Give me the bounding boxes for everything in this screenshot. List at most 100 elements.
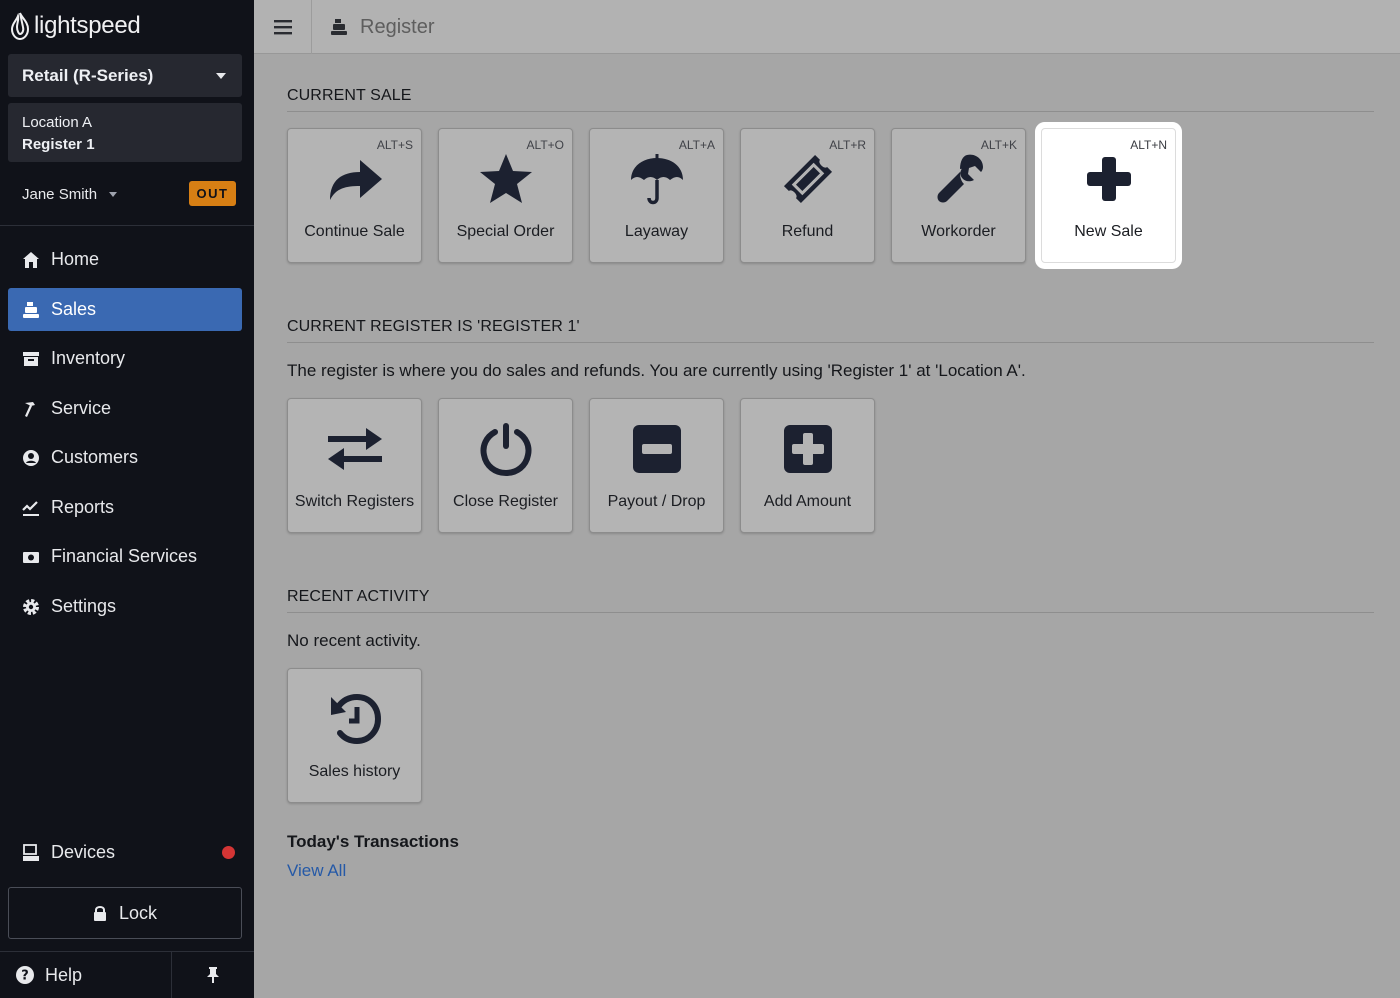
sidebar-divider: [0, 225, 254, 226]
sidebar-item-sales[interactable]: Sales: [8, 288, 242, 331]
location-register-box[interactable]: Location A Register 1: [8, 103, 242, 162]
help-label: Help: [45, 964, 83, 985]
refund-tile[interactable]: ALT+R Refund: [740, 128, 875, 263]
umbrella-icon: [590, 149, 723, 209]
devices-icon: [21, 843, 41, 863]
ticket-icon: [741, 149, 874, 209]
layaway-tile[interactable]: ALT+A Layaway: [589, 128, 724, 263]
tile-label: Special Order: [456, 223, 555, 240]
share-arrow-icon: [288, 149, 421, 209]
section-divider: [287, 612, 1374, 613]
recent-activity-heading: RECENT ACTIVITY: [287, 588, 430, 605]
sidebar-item-home[interactable]: Home: [8, 238, 242, 281]
sidebar-item-financial-services[interactable]: Financial Services: [8, 535, 242, 578]
location-name: Location A: [22, 114, 93, 131]
clock-status-badge[interactable]: OUT: [189, 181, 236, 206]
top-bar: Register: [254, 0, 1400, 54]
gear-icon: [21, 597, 41, 617]
tile-label: Payout / Drop: [607, 493, 706, 510]
plus-square-icon: [741, 419, 874, 479]
sales-history-tile[interactable]: Sales history: [287, 668, 422, 803]
sidebar-item-label: Financial Services: [51, 546, 198, 566]
sidebar-item-label: Inventory: [51, 348, 126, 368]
payout-drop-tile[interactable]: Payout / Drop: [589, 398, 724, 533]
register-icon: [331, 19, 347, 35]
sidebar-item-service[interactable]: Service: [8, 387, 242, 430]
todays-transactions-heading: Today's Transactions: [287, 832, 459, 851]
sidebar-item-label: Service: [51, 398, 112, 418]
tile-label: Close Register: [453, 493, 558, 510]
money-icon: [21, 547, 41, 567]
sidebar-item-reports[interactable]: Reports: [8, 486, 242, 529]
account-select[interactable]: Retail (R-Series): [8, 54, 242, 97]
continue-sale-tile[interactable]: ALT+S Continue Sale: [287, 128, 422, 263]
sidebar-item-settings[interactable]: Settings: [8, 585, 242, 628]
lock-label: Lock: [118, 902, 158, 923]
flame-icon: [10, 12, 30, 40]
swap-arrows-icon: [288, 419, 421, 479]
help-button[interactable]: ? Help: [0, 952, 172, 998]
pin-icon: [207, 967, 219, 983]
tile-label: Sales history: [308, 763, 401, 780]
sidebar-item-devices[interactable]: Devices: [8, 831, 242, 874]
chart-icon: [21, 498, 41, 518]
sidebar-item-label: Home: [51, 249, 100, 269]
section-divider: [287, 111, 1374, 112]
new-sale-tile[interactable]: ALT+N New Sale: [1041, 128, 1176, 263]
section-divider: [287, 342, 1374, 343]
add-amount-tile[interactable]: Add Amount: [740, 398, 875, 533]
question-circle-icon: ?: [16, 966, 34, 984]
user-menu[interactable]: Jane Smith OUT: [22, 181, 236, 207]
close-register-tile[interactable]: Close Register: [438, 398, 573, 533]
star-icon: [439, 149, 572, 209]
tile-label: Layaway: [624, 223, 689, 240]
tile-label: Switch Registers: [294, 493, 415, 510]
view-all-link[interactable]: View All: [287, 861, 346, 881]
caret-down-icon: [216, 73, 226, 79]
register-description: The register is where you do sales and r…: [287, 361, 1026, 380]
page-title-text: Register: [360, 15, 435, 38]
sidebar: lightspeed Retail (R-Series) Location A …: [0, 0, 254, 998]
history-icon: [288, 689, 421, 749]
device-status-dot: [222, 846, 235, 859]
current-sale-heading: CURRENT SALE: [287, 87, 412, 104]
current-register-heading: CURRENT REGISTER IS 'REGISTER 1': [287, 318, 580, 335]
user-name: Jane Smith: [22, 185, 98, 203]
svg-text:?: ?: [21, 969, 29, 984]
special-order-tile[interactable]: ALT+O Special Order: [438, 128, 573, 263]
sidebar-item-label: Devices: [51, 842, 116, 862]
sidebar-item-label: Sales: [51, 299, 97, 319]
power-icon: [439, 419, 572, 479]
menu-toggle-button[interactable]: [254, 0, 312, 54]
padlock-icon: [93, 905, 106, 921]
register-name: Register 1: [22, 136, 95, 153]
sidebar-item-inventory[interactable]: Inventory: [8, 337, 242, 380]
page-title: Register: [330, 0, 434, 54]
user-circle-icon: [21, 448, 41, 468]
tile-label: Refund: [781, 223, 834, 240]
inventory-icon: [21, 349, 41, 369]
pin-sidebar-button[interactable]: [172, 952, 254, 998]
plus-icon: [1042, 149, 1175, 209]
recent-activity-empty: No recent activity.: [287, 631, 421, 650]
account-select-value: Retail (R-Series): [22, 65, 154, 85]
lock-button[interactable]: Lock: [8, 887, 242, 939]
hammer-icon: [21, 399, 41, 419]
wrench-icon: [892, 149, 1025, 209]
caret-down-icon: [109, 191, 118, 197]
brand-logo[interactable]: lightspeed: [10, 10, 141, 42]
tile-label: Workorder: [921, 223, 996, 240]
tile-label: Continue Sale: [304, 223, 405, 240]
switch-registers-tile[interactable]: Switch Registers: [287, 398, 422, 533]
tile-label: New Sale: [1074, 223, 1143, 240]
sidebar-item-label: Settings: [51, 596, 117, 616]
workorder-tile[interactable]: ALT+K Workorder: [891, 128, 1026, 263]
sidebar-item-label: Reports: [51, 497, 115, 517]
hamburger-icon: [273, 19, 292, 34]
sidebar-item-customers[interactable]: Customers: [8, 436, 242, 479]
tile-label: Add Amount: [763, 493, 852, 510]
minus-square-icon: [590, 419, 723, 479]
sidebar-item-label: Customers: [51, 447, 139, 467]
register-icon: [21, 300, 41, 320]
home-icon: [21, 250, 41, 270]
